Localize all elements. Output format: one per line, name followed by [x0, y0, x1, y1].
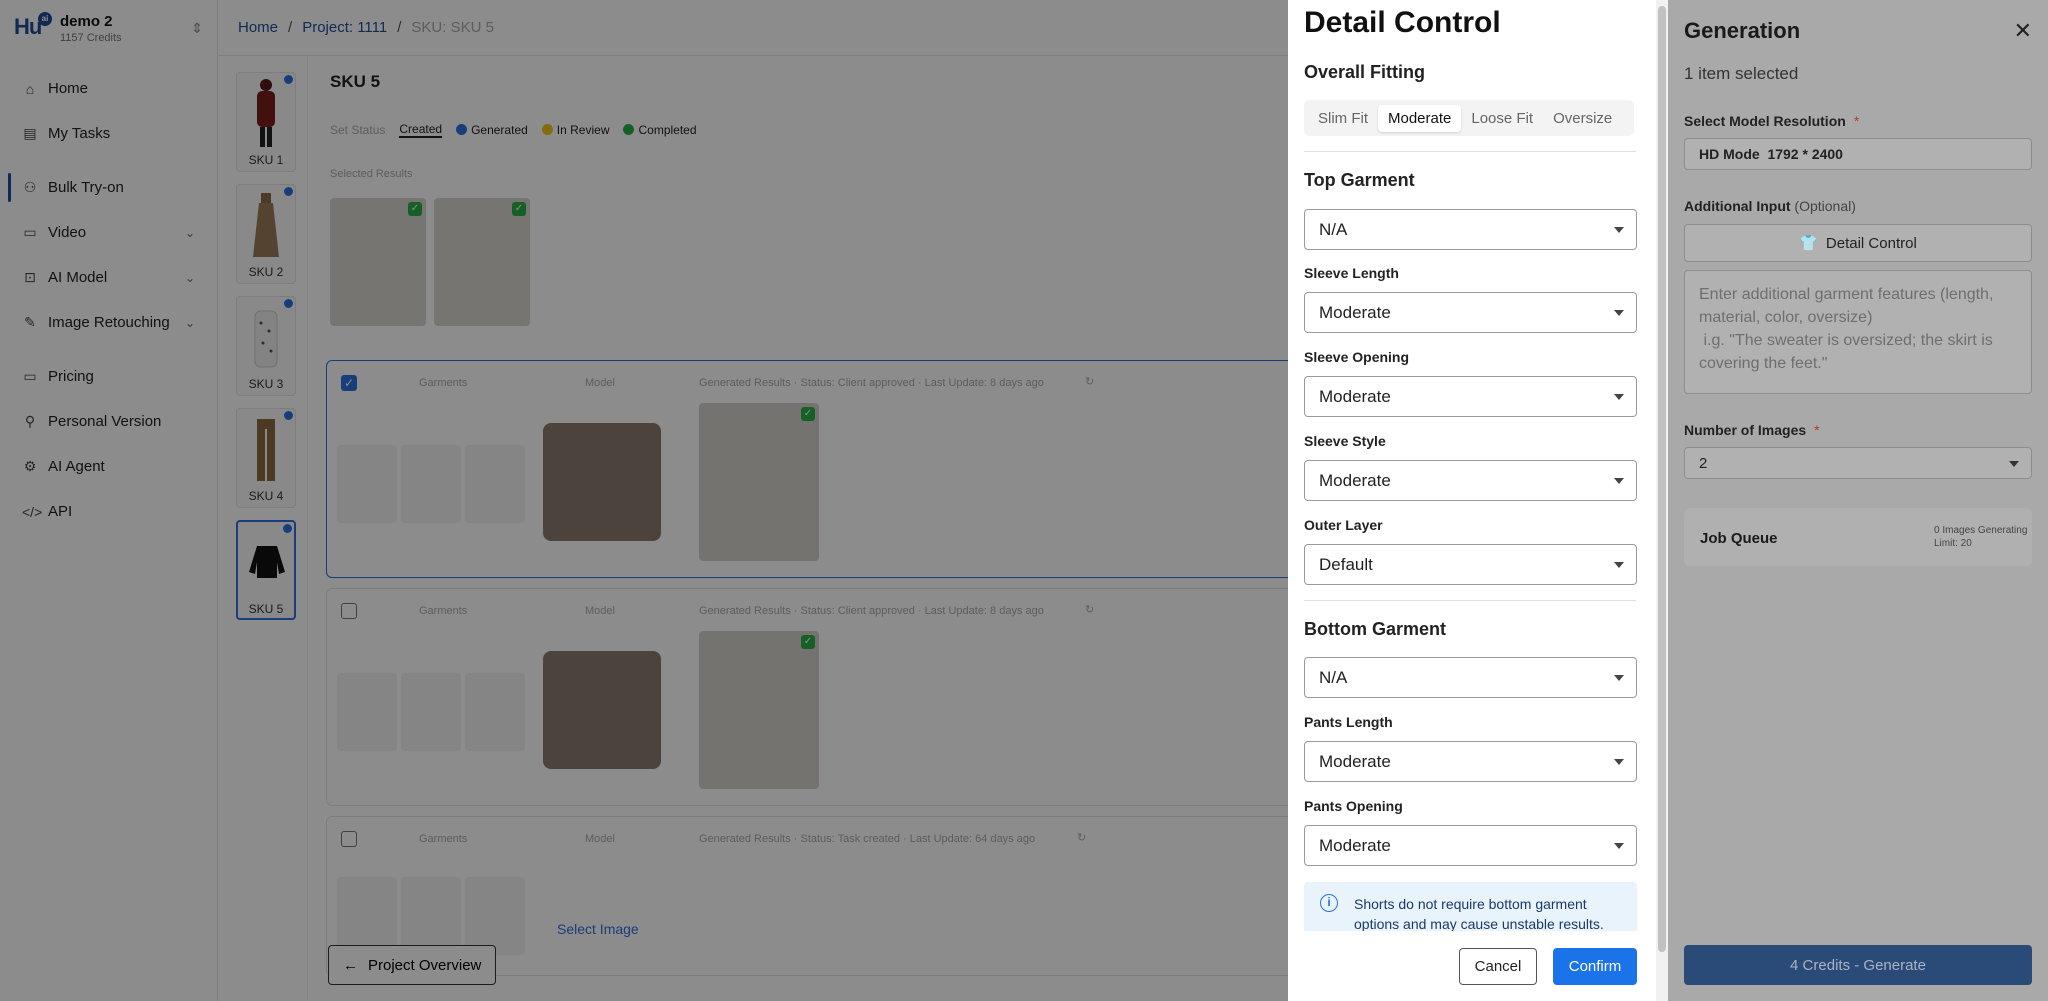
scrollbar[interactable]	[1656, 0, 1668, 1001]
fit-option-moderate[interactable]: Moderate	[1378, 104, 1462, 132]
caret-down-icon	[1614, 675, 1624, 681]
resolution-select[interactable]: HD Mode 1792 * 2400	[1684, 138, 2032, 170]
sleeve-style-label: Sleeve Style	[1304, 433, 1386, 449]
divider	[1304, 600, 1636, 601]
sleeve-opening-label: Sleeve Opening	[1304, 349, 1410, 365]
fit-option-loose[interactable]: Loose Fit	[1461, 105, 1543, 132]
info-icon: i	[1320, 894, 1338, 912]
detail-control-modal: Detail Control Overall Fitting Slim Fit …	[1288, 0, 1668, 1001]
outer-layer-label: Outer Layer	[1304, 517, 1383, 533]
bottom-garment-heading: Bottom Garment	[1304, 619, 1447, 639]
generation-title: Generation	[1684, 18, 1801, 43]
outer-layer-select[interactable]: Default	[1304, 544, 1637, 585]
fitting-segmented-control: Slim Fit Moderate Loose Fit Oversize	[1304, 100, 1634, 136]
fit-option-oversize[interactable]: Oversize	[1543, 105, 1622, 132]
shorts-info-alert: i Shorts do not require bottom garment o…	[1304, 882, 1637, 931]
selection-count: 1 item selected	[1684, 64, 1799, 83]
number-of-images-select[interactable]: 2	[1684, 447, 2032, 479]
top-garment-select[interactable]: N/A	[1304, 209, 1637, 250]
shirt-icon: 👕	[1799, 235, 1818, 252]
additional-input-label: Additional Input (Optional)	[1684, 198, 1856, 214]
pants-length-select[interactable]: Moderate	[1304, 741, 1637, 782]
pants-length-label: Pants Length	[1304, 714, 1393, 730]
generation-panel: Generation ✕ 1 item selected Select Mode…	[1668, 0, 2048, 1001]
caret-down-icon	[1614, 310, 1624, 316]
pants-opening-select[interactable]: Moderate	[1304, 825, 1637, 866]
caret-down-icon	[1614, 394, 1624, 400]
sleeve-style-select[interactable]: Moderate	[1304, 460, 1637, 501]
caret-down-icon	[2009, 461, 2019, 467]
additional-input-textarea[interactable]: Enter additional garment features (lengt…	[1684, 270, 2032, 394]
job-queue[interactable]: Job Queue 0 Images Generating Limit: 20	[1684, 508, 2032, 566]
divider	[1304, 151, 1636, 152]
confirm-button[interactable]: Confirm	[1553, 948, 1637, 985]
fit-option-slim[interactable]: Slim Fit	[1308, 105, 1378, 132]
caret-down-icon	[1614, 562, 1624, 568]
caret-down-icon	[1614, 759, 1624, 765]
detail-control-button[interactable]: 👕 Detail Control	[1684, 224, 2032, 262]
detail-control-title: Detail Control	[1304, 6, 1501, 39]
sleeve-length-label: Sleeve Length	[1304, 265, 1399, 281]
top-garment-heading: Top Garment	[1304, 170, 1415, 190]
resolution-label: Select Model Resolution *	[1684, 113, 1860, 129]
bottom-garment-select[interactable]: N/A	[1304, 657, 1637, 698]
scrollbar-thumb[interactable]	[1658, 6, 1666, 952]
caret-down-icon	[1614, 227, 1624, 233]
sleeve-length-select[interactable]: Moderate	[1304, 292, 1637, 333]
pants-opening-label: Pants Opening	[1304, 798, 1403, 814]
caret-down-icon	[1614, 478, 1624, 484]
detail-control-scroll-area[interactable]: Overall Fitting Slim Fit Moderate Loose …	[1288, 56, 1654, 931]
cancel-button[interactable]: Cancel	[1459, 948, 1537, 985]
overall-fitting-heading: Overall Fitting	[1304, 62, 1426, 82]
sleeve-opening-select[interactable]: Moderate	[1304, 376, 1637, 417]
generate-button[interactable]: 4 Credits - Generate	[1684, 945, 2032, 985]
number-of-images-label: Number of Images *	[1684, 422, 1820, 438]
close-icon[interactable]: ✕	[2014, 18, 2032, 44]
caret-down-icon	[1614, 843, 1624, 849]
